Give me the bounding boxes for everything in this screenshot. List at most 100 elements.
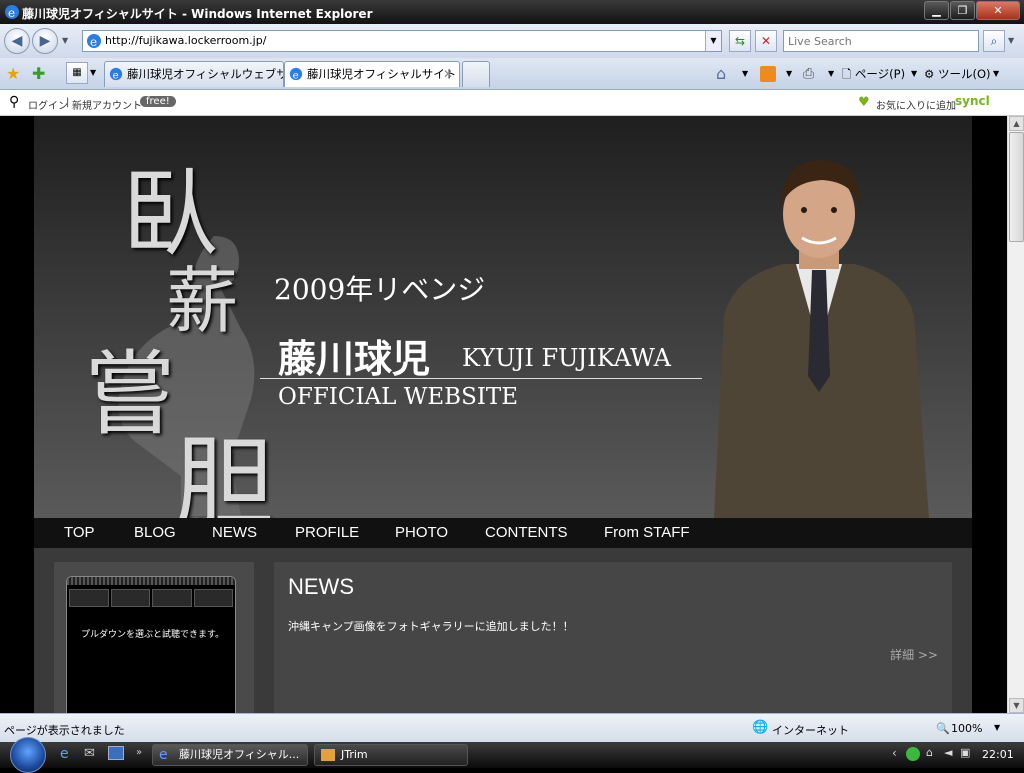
scroll-thumb[interactable] [1009, 132, 1024, 242]
address-url[interactable]: http://fujikawa.lockerroom.jp/ [105, 34, 266, 47]
login-link[interactable]: ログイン [28, 97, 68, 112]
widget-tab[interactable] [193, 589, 233, 607]
tab-close-icon[interactable]: ✕ [443, 62, 453, 86]
page-menu[interactable]: 🗋 ページ(P) [842, 64, 905, 84]
register-link[interactable]: 新規アカウント [72, 97, 142, 112]
tagline: 2009年リベンジ [274, 273, 486, 306]
refresh-icon[interactable]: ⇆ [729, 30, 751, 52]
address-row: ◀ ▶ ▼ e http://fujikawa.lockerroom.jp/ ▼… [0, 24, 1024, 58]
widget-tab[interactable] [110, 589, 150, 607]
news-item[interactable]: 沖縄キャンプ画像をフォトギャラリーに追加しました！！ [288, 618, 574, 634]
tab-official-website[interactable]: e 藤川球児オフィシャルウェブサイト [104, 61, 284, 87]
kanji-4: 胆 [174, 425, 274, 518]
mail-quicklaunch-icon[interactable]: ✉ [84, 746, 95, 761]
tray-app-icon[interactable] [906, 747, 920, 761]
back-button[interactable]: ◀ [4, 28, 30, 54]
news-heading: NEWS [288, 574, 354, 599]
tools-dropdown-icon[interactable]: ▼ [993, 64, 999, 84]
nav-blog[interactable]: BLOG [134, 524, 176, 541]
page-dropdown-icon[interactable]: ▼ [911, 64, 917, 84]
scroll-down-icon[interactable]: ▼ [1009, 698, 1024, 713]
header-divider [260, 378, 702, 379]
news-panel: NEWS 沖縄キャンプ画像をフォトギャラリーに追加しました！！ 詳細 >> [274, 562, 952, 713]
search-icon[interactable]: ⌕ [983, 30, 1005, 52]
zoom-icon[interactable]: 🔍 [936, 722, 950, 735]
history-dropdown-icon[interactable]: ▼ [62, 36, 68, 45]
minimize-button[interactable]: ▁ [924, 1, 949, 20]
nav-profile[interactable]: PROFILE [295, 524, 359, 541]
tools-menu[interactable]: ⚙ ツール(O) [924, 64, 991, 84]
key-icon: ⚲ [9, 94, 20, 110]
ie-task-icon: e [159, 747, 168, 763]
address-bar[interactable]: e http://fujikawa.lockerroom.jp/ ▼ [82, 30, 722, 52]
feeds-icon[interactable] [760, 66, 776, 82]
name-english: KYUJI FUJIKAWA [462, 344, 671, 372]
music-player-widget: プルダウンを選ぶと試聴できます。 [66, 576, 236, 713]
player-photo [714, 160, 929, 518]
nav-top[interactable]: TOP [64, 524, 95, 541]
new-tab-button[interactable] [462, 61, 490, 87]
print-icon[interactable]: ⎙ [803, 64, 814, 84]
syncl-bar: ⚲ ログイン | 新規アカウント free! ♥ お気に入りに追加 syncl [0, 91, 1024, 116]
status-text: ページが表示されました [4, 724, 125, 737]
site-container: 臥 薪 嘗 胆 2009年リベンジ 藤川球児 KYUJI FUJIKAWA OF… [34, 116, 972, 713]
nav-contents[interactable]: CONTENTS [485, 524, 568, 541]
search-options-icon[interactable]: ▼ [1008, 36, 1014, 45]
volume-icon[interactable]: ◄ [944, 746, 952, 759]
zoom-level[interactable]: 100% [951, 722, 982, 735]
feeds-dropdown-icon[interactable]: ▼ [786, 64, 792, 84]
widget-tabs [69, 589, 233, 607]
widget-tab[interactable] [152, 589, 192, 607]
ie-page-icon: e [289, 67, 303, 81]
nav-news[interactable]: NEWS [212, 524, 257, 541]
close-button[interactable]: ✕ [976, 1, 1020, 20]
network-icon[interactable]: ⌂ [926, 746, 933, 759]
quick-tabs-icon[interactable]: ▦ [66, 62, 88, 84]
search-box[interactable] [783, 30, 979, 52]
task-jtrim-label: JTrim [341, 748, 368, 761]
add-favorite-link[interactable]: お気に入りに追加 [876, 97, 956, 112]
tab-list-icon[interactable]: ▼ [90, 68, 96, 77]
scroll-up-icon[interactable]: ▲ [1009, 116, 1024, 131]
jtrim-icon [321, 749, 335, 761]
site-header: 臥 薪 嘗 胆 2009年リベンジ 藤川球児 KYUJI FUJIKAWA OF… [34, 116, 972, 518]
forward-button[interactable]: ▶ [32, 28, 58, 54]
tab-official-site[interactable]: e 藤川球児オフィシャルサイト ✕ [284, 61, 460, 87]
search-input[interactable] [786, 32, 976, 50]
vertical-scrollbar[interactable]: ▲ ▼ [1007, 116, 1024, 713]
tab-row: ★ ✚ ▦ ▼ e 藤川球児オフィシャルウェブサイト e 藤川球児オフィシャルサ… [0, 58, 1024, 90]
maximize-button[interactable]: ❐ [950, 1, 975, 20]
name-japanese: 藤川球児 [278, 336, 431, 381]
svg-text:e: e [293, 69, 299, 81]
syncl-logo: syncl [955, 94, 990, 108]
svg-text:e: e [8, 6, 15, 20]
nav-photo[interactable]: PHOTO [395, 524, 448, 541]
ie-quicklaunch-icon[interactable]: e [60, 746, 69, 762]
nav-from-staff[interactable]: From STAFF [604, 524, 690, 541]
task-jtrim[interactable]: JTrim [314, 744, 468, 766]
home-dropdown-icon[interactable]: ▼ [742, 64, 748, 84]
print-dropdown-icon[interactable]: ▼ [828, 64, 834, 84]
free-badge: free! [140, 96, 176, 107]
official-website-title: OFFICIAL WEBSITE [278, 384, 519, 410]
zoom-dropdown-icon[interactable]: ▼ [994, 723, 1000, 732]
add-favorites-icon[interactable]: ✚ [32, 64, 45, 83]
taskbar: e ✉ » e 藤川球児オフィシャル... JTrim ‹ ⌂ ◄ ▣ 22:0… [0, 737, 1024, 773]
favorites-star-icon[interactable]: ★ [6, 64, 20, 83]
stop-icon[interactable]: ✕ [755, 30, 777, 52]
address-dropdown-icon[interactable]: ▼ [705, 31, 721, 51]
kanji-2: 薪 [166, 259, 239, 343]
svg-text:e: e [90, 35, 97, 49]
quicklaunch-more-icon[interactable]: » [136, 747, 142, 758]
separator: | [66, 97, 70, 108]
internet-zone-icon: 🌐 [752, 720, 769, 735]
ie-icon: e [5, 5, 19, 20]
ie-page-icon: e [109, 67, 123, 81]
tray-expand-icon[interactable]: ‹ [892, 746, 897, 760]
home-icon[interactable]: ⌂ [716, 64, 726, 84]
power-icon[interactable]: ▣ [960, 746, 970, 759]
task-ie[interactable]: e 藤川球児オフィシャル... [152, 744, 308, 766]
news-more-link[interactable]: 詳細 >> [890, 646, 938, 663]
widget-tab[interactable] [69, 589, 109, 607]
desktop-quicklaunch-icon[interactable] [108, 746, 124, 760]
